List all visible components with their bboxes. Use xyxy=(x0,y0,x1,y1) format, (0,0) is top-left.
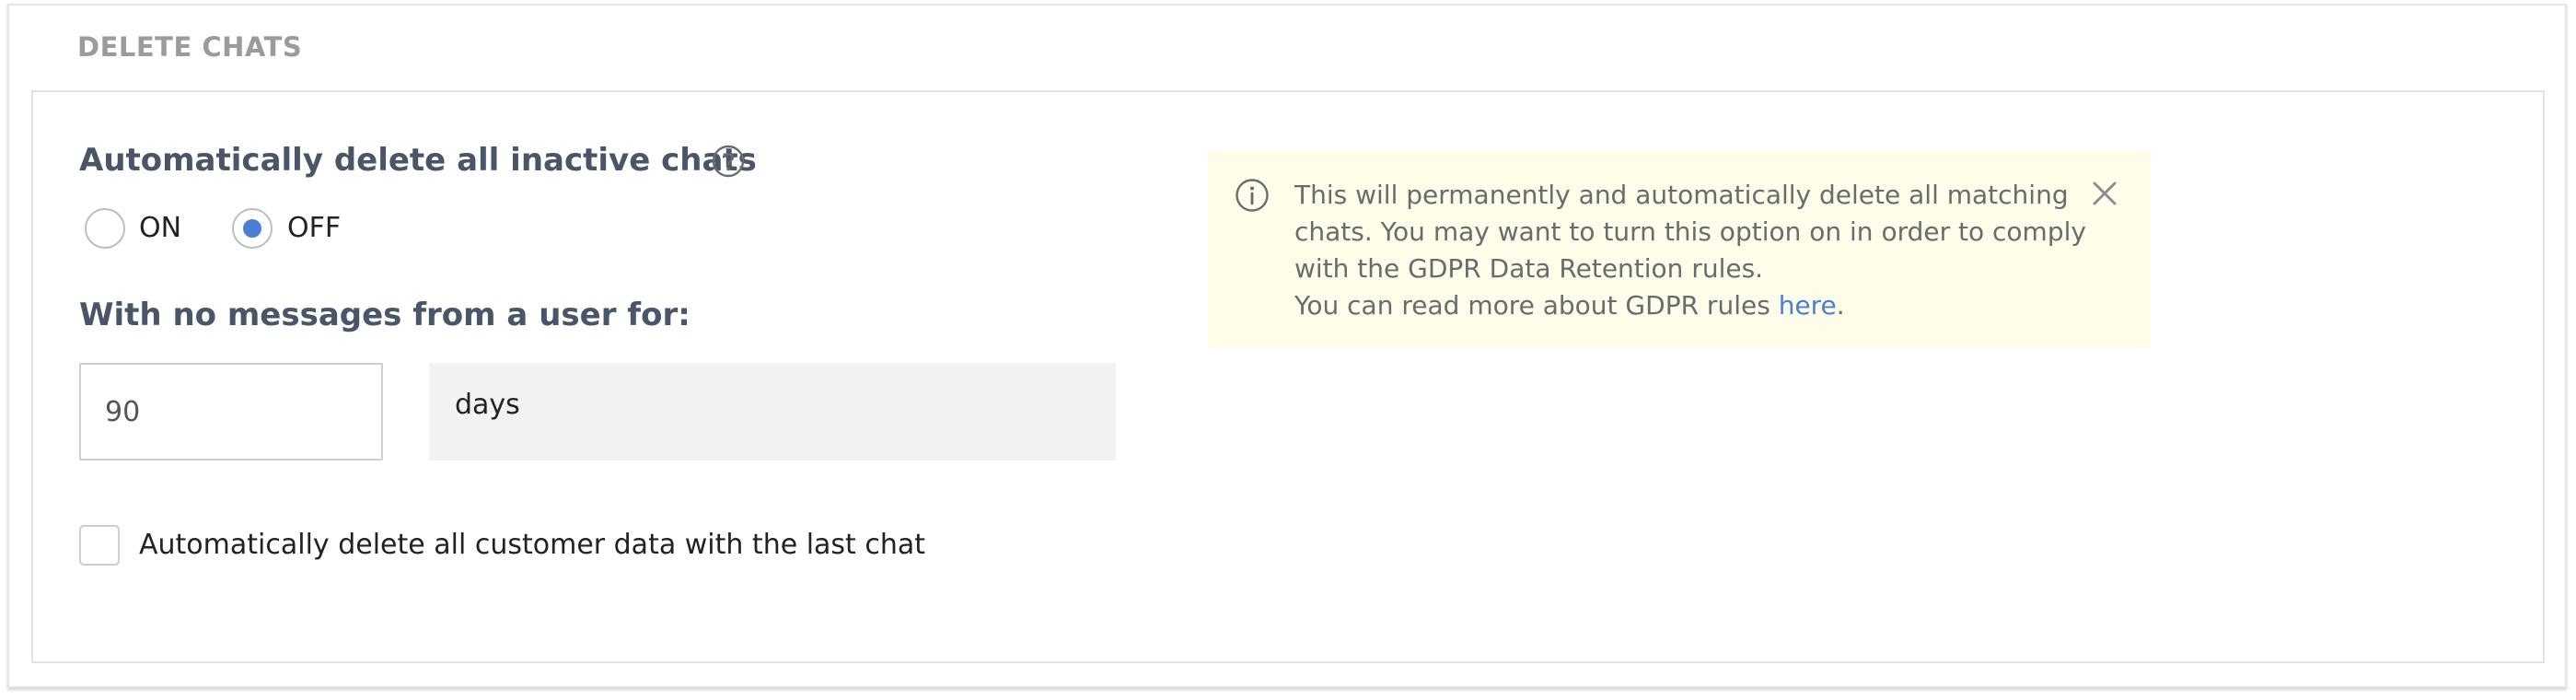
radio-off-label[interactable]: OFF xyxy=(287,212,341,244)
section-title: DELETE CHATS xyxy=(77,31,303,63)
delete-customer-data-label[interactable]: Automatically delete all customer data w… xyxy=(139,529,925,561)
auto-delete-heading: Automatically delete all inactive chats xyxy=(79,142,757,179)
radio-on[interactable] xyxy=(85,208,125,249)
gdpr-info-line2-prefix: You can read more about GDPR rules xyxy=(1294,290,1779,321)
info-circle-icon xyxy=(1236,179,1269,212)
gdpr-info-line1: This will permanently and automatically … xyxy=(1294,180,2086,284)
delete-customer-data-checkbox[interactable] xyxy=(79,525,120,566)
close-icon[interactable] xyxy=(2090,179,2119,208)
inactivity-heading: With no messages from a user for: xyxy=(79,297,690,333)
question-circle-icon[interactable] xyxy=(711,144,746,179)
gdpr-rules-link[interactable]: here xyxy=(1779,290,1837,321)
radio-off[interactable] xyxy=(232,208,273,249)
inactivity-days-input[interactable] xyxy=(79,363,383,461)
gdpr-info-line2-suffix: . xyxy=(1836,290,1845,321)
inactivity-unit: days xyxy=(429,363,1116,461)
gdpr-info-text: This will permanently and automatically … xyxy=(1294,177,2086,324)
radio-on-label[interactable]: ON xyxy=(139,212,181,244)
